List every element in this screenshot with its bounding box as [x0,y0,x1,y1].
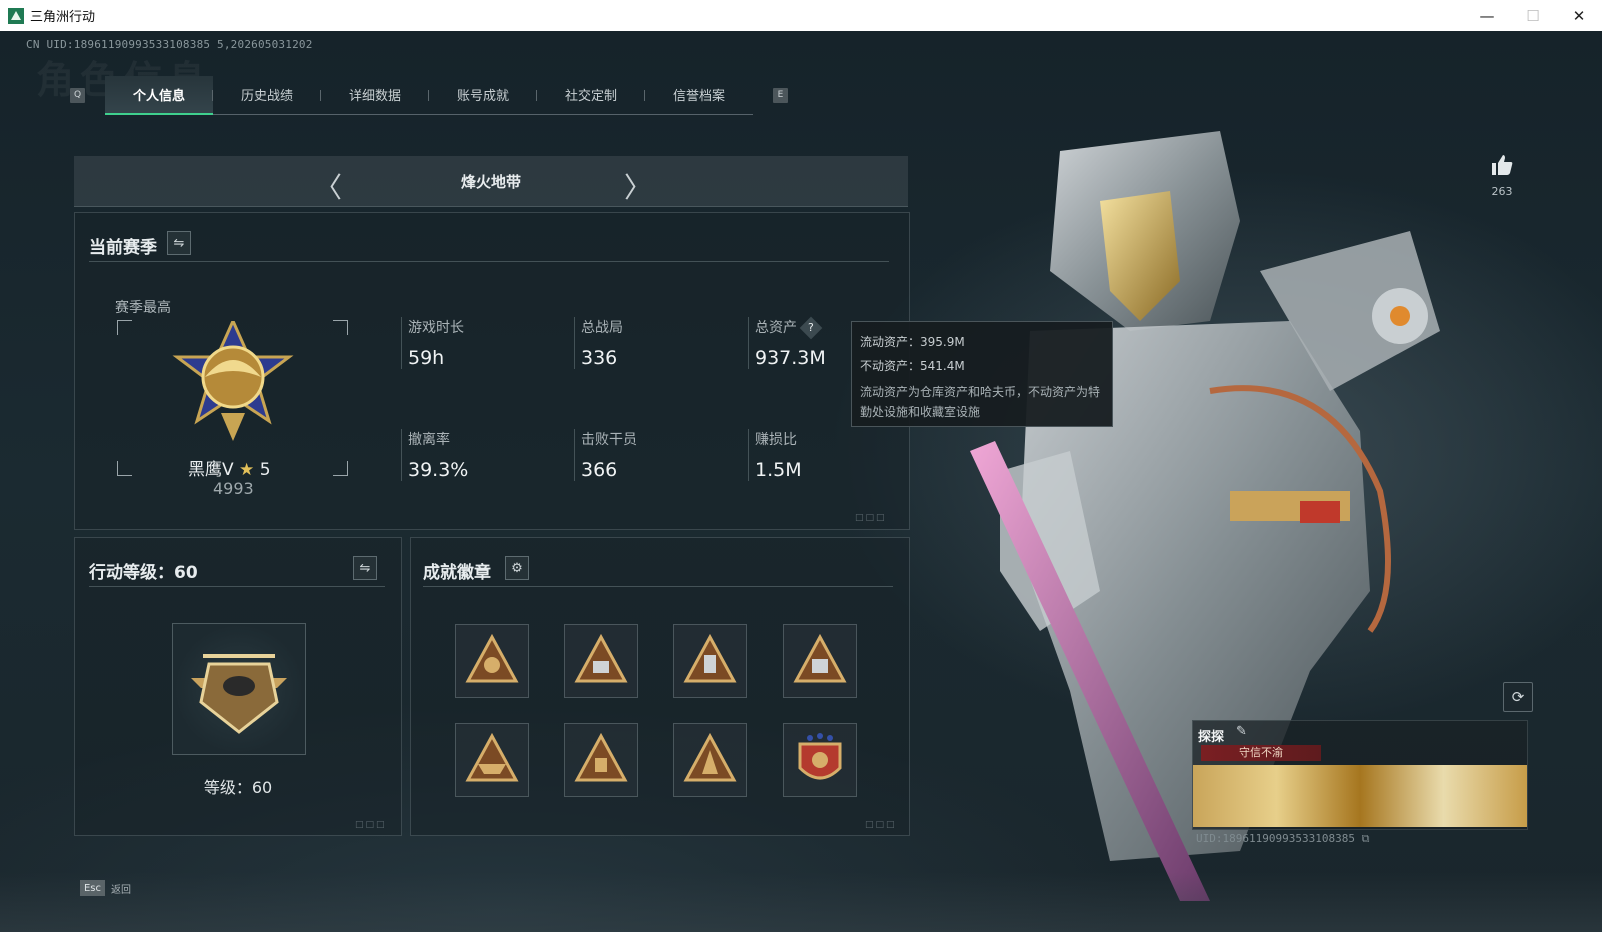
tab-bar: Q 个人信息 历史战绩 详细数据 账号成就 社交定制 信誉档案 E [70,75,788,115]
stat-extraction-rate: 撤离率 39.3% [401,429,468,481]
achievement-badge-icon [574,732,628,782]
level-emblem-frame [172,623,306,755]
level-swap-icon[interactable]: ⇋ [353,556,377,580]
bracket-corner [333,461,348,476]
app-icon [8,7,24,24]
maximize-button[interactable]: ☐ [1510,0,1556,31]
edit-name-icon[interactable]: ✎ [1236,724,1247,739]
badge-item[interactable] [564,723,638,797]
close-button[interactable]: ✕ [1556,0,1602,31]
player-name: 探探 [1198,730,1225,745]
badge-header: 成就徽章 [423,563,491,583]
achievement-badge-icon [574,633,628,683]
fixed-assets: 不动资产：541.4M [860,359,965,373]
refresh-icon: ⟳ [1511,688,1525,706]
tab-social[interactable]: 社交定制 [537,76,645,114]
divider [423,586,893,587]
badge-item[interactable] [564,624,638,698]
season-header: 当前赛季 [89,238,157,258]
badge-settings-icon[interactable]: ⚙ [505,556,529,580]
esc-key: Esc [80,880,105,896]
thumbs-up-icon [1492,155,1513,175]
season-swap-icon[interactable]: ⇋ [167,231,191,255]
badge-item[interactable] [673,723,747,797]
mode-title: 烽火地带 [460,172,521,191]
uid-text: CN UID:18961190993533108385 5,2026050312… [26,38,313,51]
back-button[interactable]: Esc 返回 [80,880,131,896]
decor-dots: □□□ [855,513,887,523]
tab-detailed-data[interactable]: 详细数据 [321,76,429,114]
card-uid[interactable]: UID:18961190993533108385 ⧉ [1196,832,1369,846]
tab-achievements[interactable]: 账号成就 [429,76,537,114]
tab-personal-info[interactable]: 个人信息 [105,75,213,115]
divider [89,586,385,587]
stat-kills: 击败干员 366 [574,429,637,481]
rank-star-icon: ★ [239,460,255,480]
achievement-badge-icon [683,633,737,683]
rank-emblem-icon [172,321,294,441]
divider [89,261,889,262]
liquid-assets: 流动资产：395.9M [860,335,965,349]
achievement-badge-icon [798,733,842,780]
tab-list: 个人信息 历史战绩 详细数据 账号成就 社交定制 信誉档案 [105,75,753,115]
assets-tooltip: 流动资产：395.9M 不动资产：541.4M 流动资产为仓库资产和哈夫币，不动… [851,321,1113,427]
minimize-button[interactable]: — [1464,0,1510,31]
title-bar: 三角洲行动 — ☐ ✕ [0,0,1602,32]
stat-total-matches: 总战局 336 [574,317,623,369]
window-controls: — ☐ ✕ [1464,0,1602,31]
season-panel: 当前赛季 ⇋ 赛季最高 黑鹰V ★ 5 4993 游戏时长 59h 总战局 33… [74,212,910,530]
stat-playtime: 游戏时长 59h [401,317,464,369]
badge-item[interactable] [783,723,857,797]
decor-dots: □□□ [865,820,897,830]
badge-panel: 成就徽章 ⚙ □□□ [410,537,910,836]
season-best-label: 赛季最高 [115,300,171,316]
achievement-badge-icon [465,633,519,683]
badge-item[interactable] [455,723,529,797]
prev-tab-key[interactable]: Q [70,87,85,103]
back-label: 返回 [111,884,131,896]
window-title: 三角洲行动 [30,10,96,25]
bracket-corner [333,320,348,335]
stat-total-assets: 总资产? 937.3M [748,316,826,369]
badge-item[interactable] [455,624,529,698]
reputation-tag: 守信不渝 [1201,745,1321,761]
bracket-corner [117,461,132,476]
mode-next-button[interactable]: 〉 [624,166,652,206]
like-count: 263 [1491,185,1513,198]
achievement-badge-icon [465,732,519,782]
rank-name: 黑鹰V ★ 5 [188,460,271,480]
tab-reputation[interactable]: 信誉档案 [645,76,753,114]
mode-selector: 〈 烽火地带 〉 [74,156,908,207]
player-card[interactable]: 探探 ✎ 守信不渝 [1192,720,1528,830]
stat-profit-ratio: 赚损比 1.5M [748,429,802,481]
game-viewport: 角色信息 CN UID:18961190993533108385 5,20260… [0,31,1602,932]
helicopter-emblem-icon [191,654,287,734]
bottom-strip [0,872,1602,932]
achievement-badge-icon [683,732,737,782]
achievement-badge-icon [793,633,847,683]
level-panel: 行动等级：60 ⇋ 等级：60 □□□ [74,537,402,836]
refresh-button[interactable]: ⟳ [1503,682,1533,712]
help-icon[interactable]: ? [799,316,823,340]
bracket-corner [117,320,132,335]
like-button[interactable]: 263 [1481,153,1523,198]
level-value: 等级：60 [203,778,273,797]
tab-history[interactable]: 历史战绩 [213,76,321,114]
decor-dots: □□□ [355,820,387,830]
badge-item[interactable] [783,624,857,698]
level-header: 行动等级：60 [89,563,198,583]
mode-prev-button[interactable]: 〈 [314,166,342,206]
rank-score: 4993 [213,479,254,498]
badge-item[interactable] [673,624,747,698]
tooltip-description: 流动资产为仓库资产和哈夫币，不动资产为特勤处设施和收藏室设施 [860,385,1101,419]
next-tab-key[interactable]: E [773,87,788,103]
card-banner [1193,765,1527,827]
